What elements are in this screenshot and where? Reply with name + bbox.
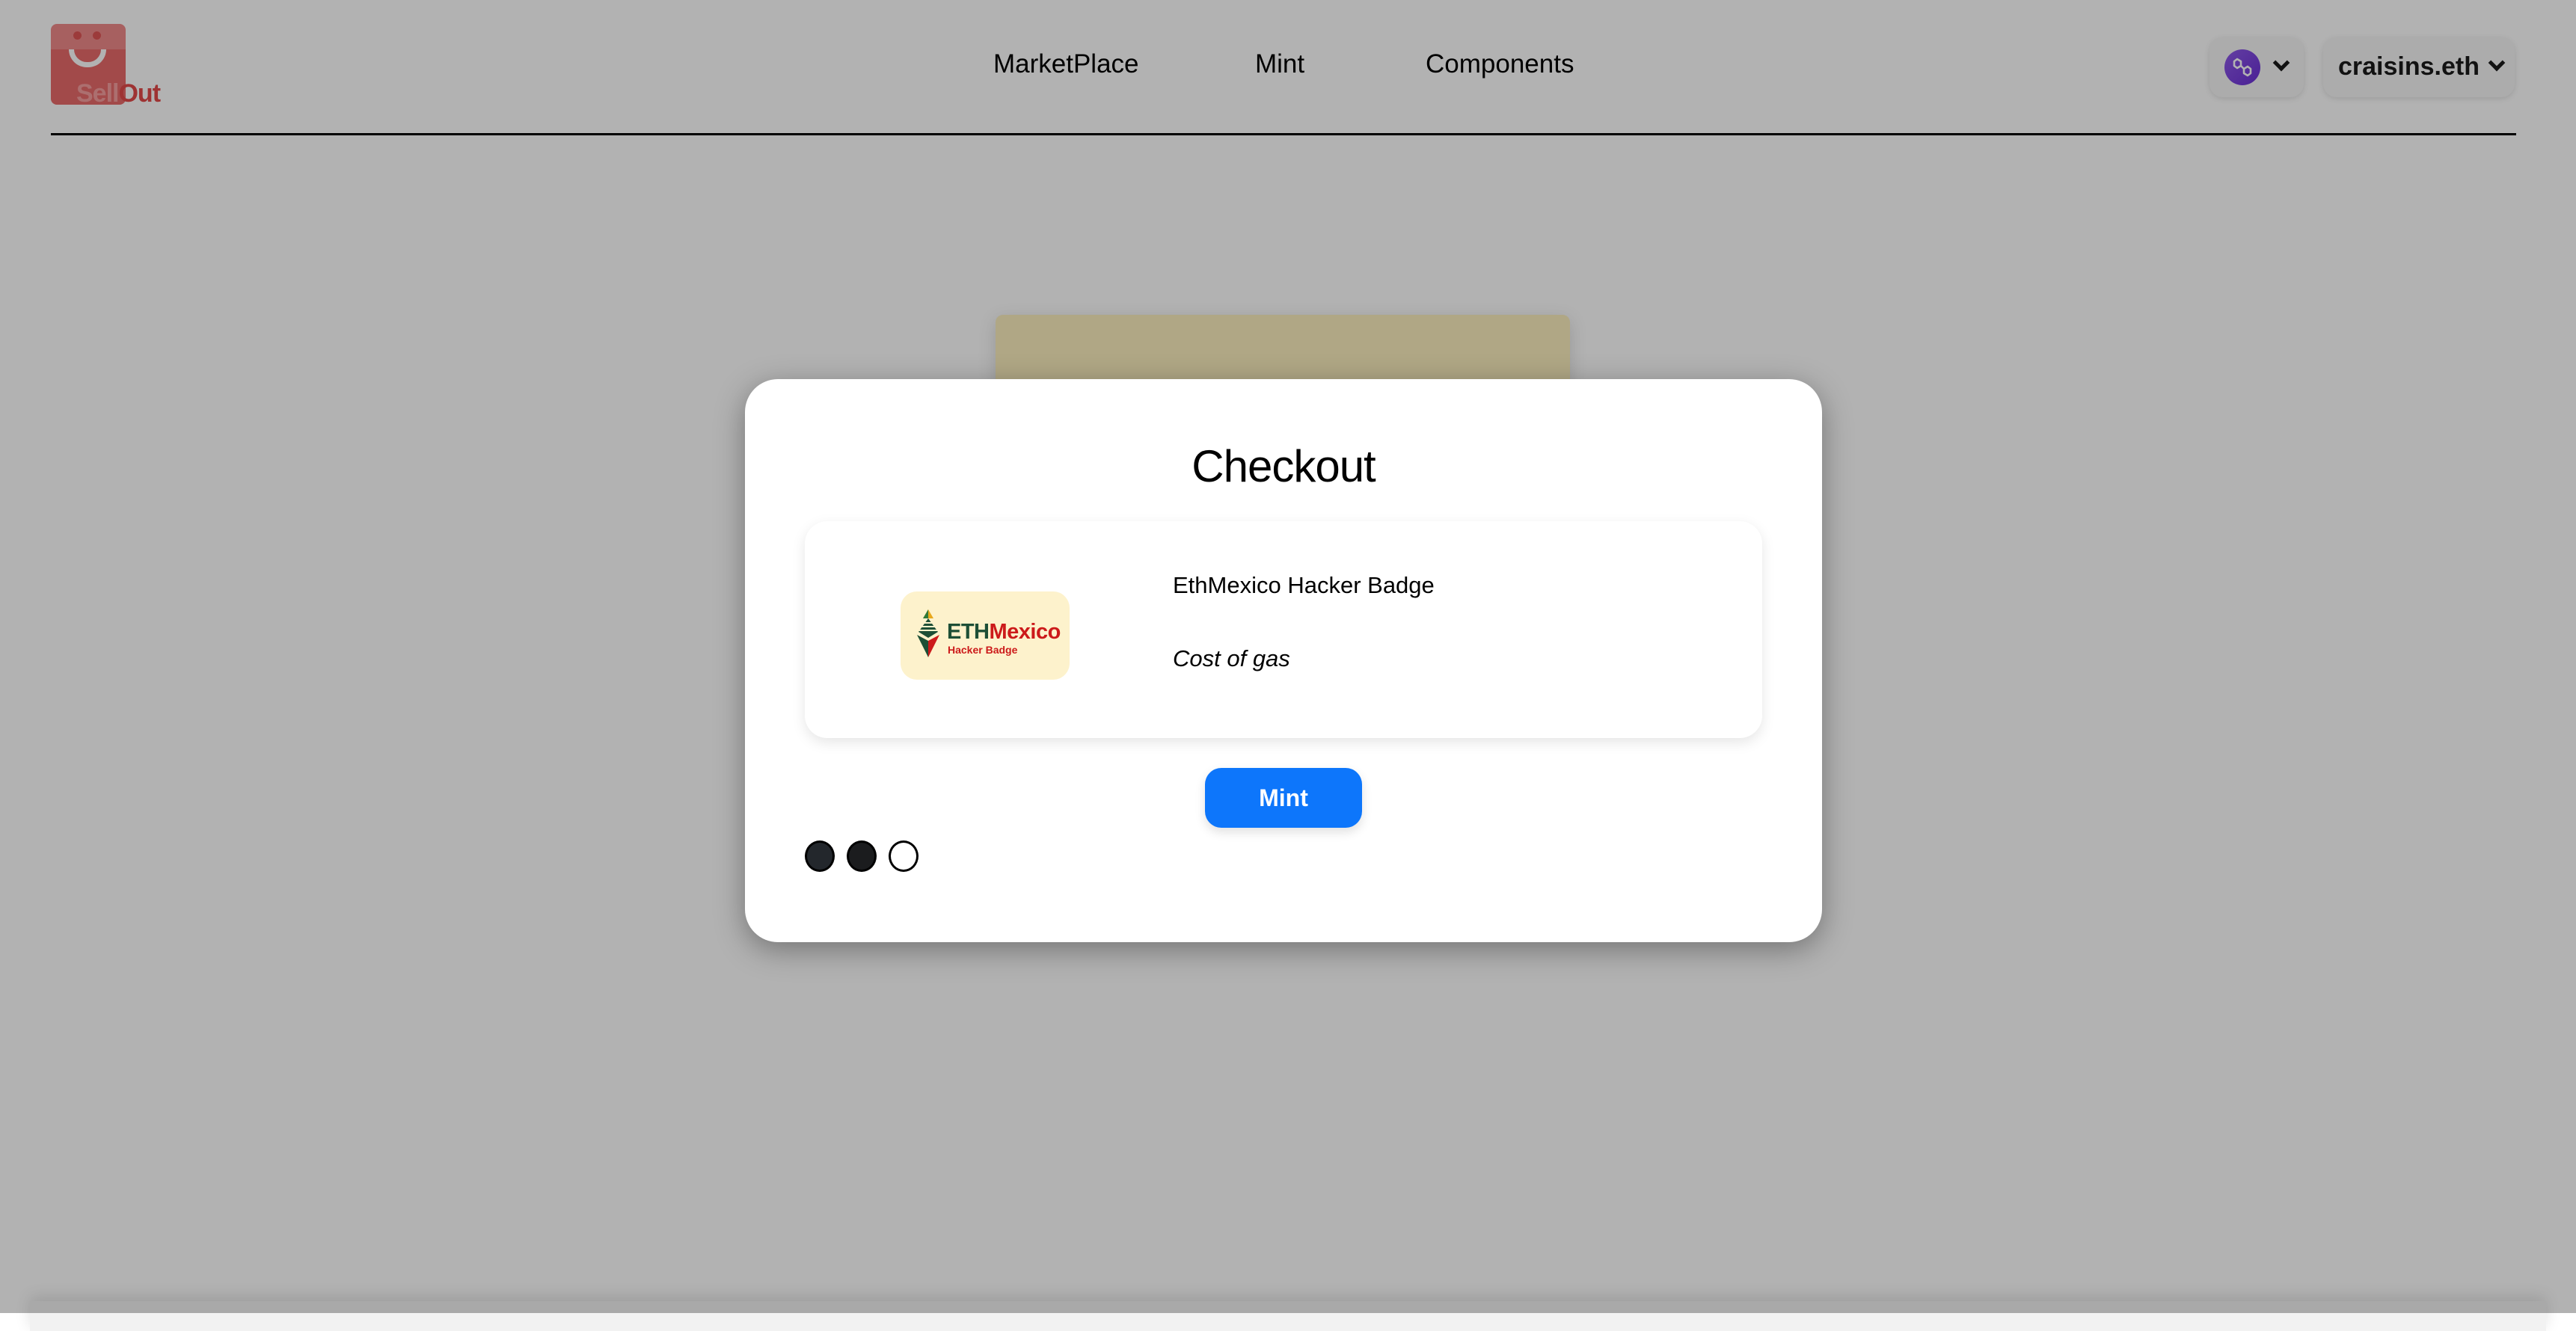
item-name: EthMexico Hacker Badge bbox=[1173, 572, 1435, 598]
checkout-modal: Checkout ETHMexico Hacker Badge EthMexic… bbox=[745, 379, 1822, 942]
modal-title: Checkout bbox=[1192, 441, 1376, 491]
item-price: Cost of gas bbox=[1173, 645, 1290, 671]
item-logo-subtext: Hacker Badge bbox=[948, 644, 1018, 656]
item-logo-text: ETHMexico bbox=[947, 620, 1061, 644]
step-indicator-completed bbox=[805, 840, 835, 872]
step-indicator-completed bbox=[847, 840, 877, 872]
item-image: ETHMexico Hacker Badge bbox=[901, 591, 1070, 680]
ethmexico-mark-icon bbox=[917, 609, 939, 657]
step-indicator-pending bbox=[889, 840, 919, 872]
checkout-item-card: ETHMexico Hacker Badge EthMexico Hacker … bbox=[805, 521, 1762, 738]
mint-button[interactable]: Mint bbox=[1205, 768, 1362, 828]
